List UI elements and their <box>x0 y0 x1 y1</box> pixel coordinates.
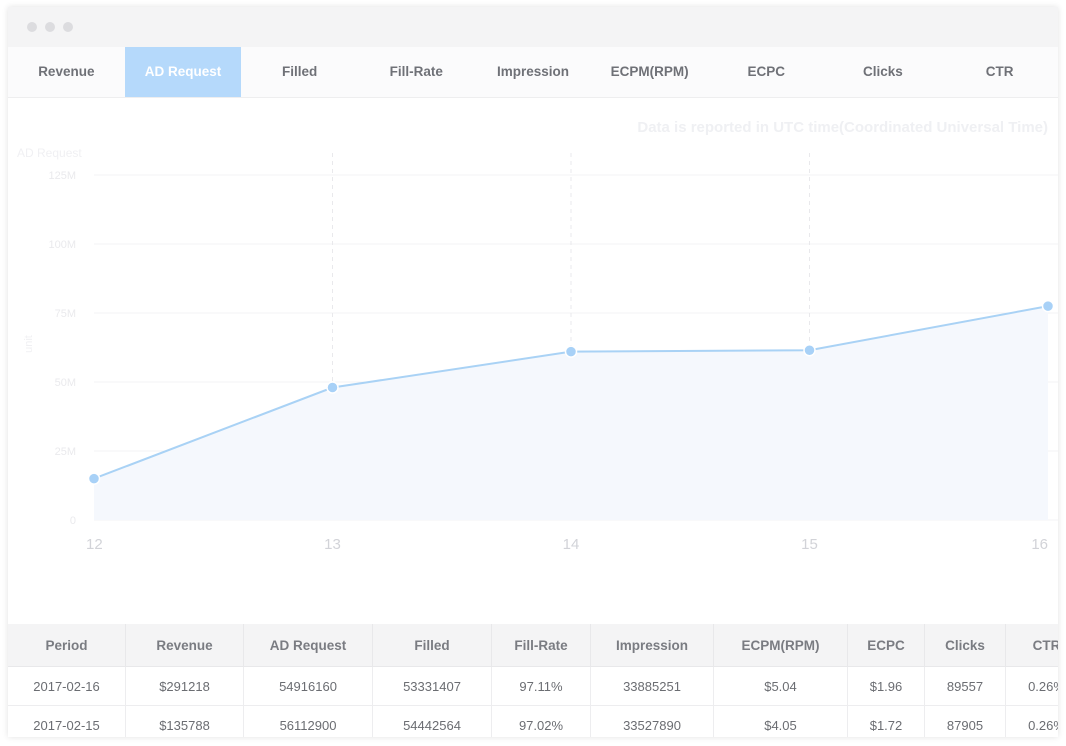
metric-tabs: Revenue AD Request Filled Fill-Rate Impr… <box>8 47 1058 98</box>
y-tick-label: 50M <box>55 377 76 389</box>
cell-revenue: $135788 <box>125 705 244 737</box>
cell-fill-rate: 97.02% <box>491 705 591 737</box>
cell-ecpc: $1.96 <box>847 666 925 706</box>
minimize-window-dot[interactable] <box>45 22 55 32</box>
app-window: Revenue AD Request Filled Fill-Rate Impr… <box>8 7 1058 737</box>
x-tick-label: 12 <box>86 536 103 553</box>
cell-fill-rate: 97.11% <box>491 666 591 706</box>
data-point <box>87 472 101 485</box>
col-ctr[interactable]: CTR <box>1005 624 1058 667</box>
cell-impression: 33527890 <box>590 705 714 737</box>
y-axis-label: unit <box>23 335 35 353</box>
data-point <box>803 344 816 357</box>
y-tick-label: 75M <box>55 308 76 320</box>
y-tick-label: 0 <box>70 515 76 527</box>
table-row[interactable]: 2017-02-15 $135788 56112900 54442564 97.… <box>8 705 1058 737</box>
col-period[interactable]: Period <box>8 624 126 667</box>
y-tick-label: 125M <box>48 170 76 182</box>
col-ad-request[interactable]: AD Request <box>243 624 373 667</box>
series-label: AD Request <box>17 146 82 160</box>
tab-fill-rate[interactable]: Fill-Rate <box>358 47 475 97</box>
col-ecpc[interactable]: ECPC <box>847 624 925 667</box>
cell-period: 2017-02-15 <box>8 705 126 737</box>
table-header-row: Period Revenue AD Request Filled Fill-Ra… <box>8 624 1058 667</box>
cell-ad-request: 54916160 <box>243 666 373 706</box>
cell-filled: 54442564 <box>372 705 492 737</box>
stats-table: Period Revenue AD Request Filled Fill-Ra… <box>8 624 1058 737</box>
data-point <box>326 381 339 394</box>
tab-ad-request[interactable]: AD Request <box>124 47 242 97</box>
chart-area: Data is reported in UTC time(Coordinated… <box>8 98 1058 623</box>
x-tick-label: 16 <box>1031 536 1048 553</box>
table-row[interactable]: 2017-02-16 $291218 54916160 53331407 97.… <box>8 666 1058 706</box>
data-point <box>1041 299 1055 313</box>
tab-ecpm[interactable]: ECPM(RPM) <box>591 47 708 97</box>
col-fill-rate[interactable]: Fill-Rate <box>491 624 591 667</box>
y-tick-label: 25M <box>55 446 76 458</box>
cell-ecpc: $1.72 <box>847 705 925 737</box>
data-point <box>564 345 578 358</box>
close-window-dot[interactable] <box>27 22 37 32</box>
tab-filled[interactable]: Filled <box>241 47 358 97</box>
cell-ecpm: $4.05 <box>713 705 848 737</box>
line-chart: Data is reported in UTC time(Coordinated… <box>17 119 1058 553</box>
y-tick-label: 100M <box>48 239 76 251</box>
tab-ecpc[interactable]: ECPC <box>708 47 825 97</box>
tab-revenue[interactable]: Revenue <box>8 47 125 97</box>
col-ecpm[interactable]: ECPM(RPM) <box>713 624 848 667</box>
cell-period: 2017-02-16 <box>8 666 126 706</box>
cell-filled: 53331407 <box>372 666 492 706</box>
x-tick-label: 14 <box>563 536 580 553</box>
cell-ctr: 0.26% <box>1005 666 1058 706</box>
x-tick-label: 13 <box>324 536 341 553</box>
title-bar <box>8 7 1058 48</box>
tab-impression[interactable]: Impression <box>475 47 592 97</box>
stats-table-wrap: Period Revenue AD Request Filled Fill-Ra… <box>8 624 1058 737</box>
tab-clicks[interactable]: Clicks <box>825 47 942 97</box>
cell-ad-request: 56112900 <box>243 705 373 737</box>
cell-ecpm: $5.04 <box>713 666 848 706</box>
tab-ctr[interactable]: CTR <box>941 47 1058 97</box>
col-filled[interactable]: Filled <box>372 624 492 667</box>
x-tick-label: 15 <box>801 536 818 553</box>
maximize-window-dot[interactable] <box>63 22 73 32</box>
col-clicks[interactable]: Clicks <box>924 624 1006 667</box>
cell-ctr: 0.26% <box>1005 705 1058 737</box>
cell-impression: 33885251 <box>590 666 714 706</box>
utc-note: Data is reported in UTC time(Coordinated… <box>637 119 1048 136</box>
cell-clicks: 87905 <box>924 705 1006 737</box>
cell-revenue: $291218 <box>125 666 244 706</box>
col-impression[interactable]: Impression <box>590 624 714 667</box>
col-revenue[interactable]: Revenue <box>125 624 244 667</box>
cell-clicks: 89557 <box>924 666 1006 706</box>
